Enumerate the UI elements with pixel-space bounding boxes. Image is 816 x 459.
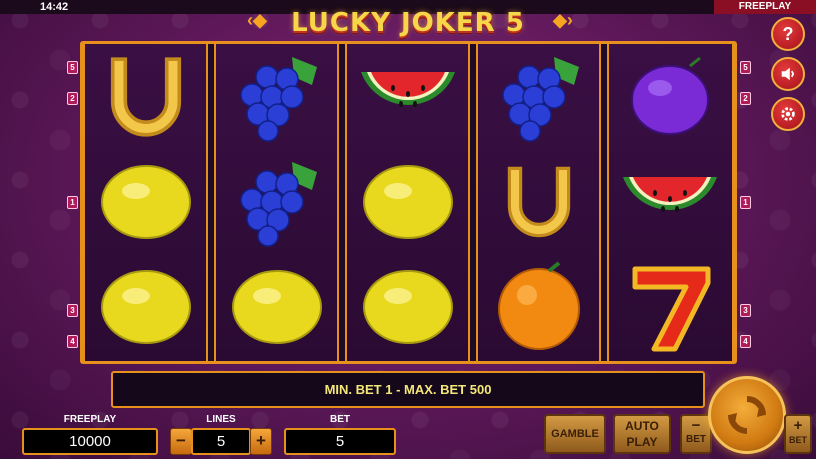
payline-marker-left: 1 bbox=[67, 196, 78, 209]
settings-icon bbox=[781, 107, 795, 121]
autoplay-button[interactable]: AUTO PLAY bbox=[613, 414, 671, 454]
autoplay-label-line2: PLAY bbox=[626, 435, 658, 449]
plum-icon bbox=[609, 44, 730, 149]
mode-badge: FREEPLAY bbox=[714, 0, 816, 14]
reels-area bbox=[80, 41, 737, 364]
help-button[interactable]: ? bbox=[771, 17, 805, 51]
lemon-icon bbox=[347, 254, 468, 359]
balance-value: 10000 bbox=[22, 428, 158, 455]
payline-marker-left: 2 bbox=[67, 92, 78, 105]
game-title: LUCKY JOKER 5 bbox=[291, 8, 525, 38]
help-icon: ? bbox=[782, 23, 794, 44]
lines-minus-button[interactable]: − bbox=[170, 428, 192, 455]
bet-plus-label: BET bbox=[789, 435, 807, 445]
lemon-icon bbox=[85, 254, 206, 359]
sound-icon bbox=[781, 67, 794, 81]
lemon-icon bbox=[216, 254, 337, 359]
lines-value: 5 bbox=[191, 428, 251, 455]
grapes-icon bbox=[478, 44, 599, 149]
payline-marker-left: 5 bbox=[67, 61, 78, 74]
seven-icon bbox=[609, 254, 730, 359]
info-message: MIN. BET 1 - MAX. BET 500 bbox=[111, 371, 705, 408]
reel-5 bbox=[607, 44, 734, 361]
bet-minus-sign: − bbox=[691, 417, 701, 434]
grapes-icon bbox=[216, 44, 337, 149]
sound-button[interactable] bbox=[771, 57, 805, 91]
payline-marker-right: 1 bbox=[740, 196, 751, 209]
payline-marker-right: 3 bbox=[740, 304, 751, 317]
payline-marker-right: 5 bbox=[740, 61, 751, 74]
lines-plus-button[interactable]: + bbox=[250, 428, 272, 455]
lemon-icon bbox=[85, 149, 206, 254]
bet-minus-label: BET bbox=[686, 434, 706, 445]
reel-4 bbox=[476, 44, 601, 361]
bet-minus-button[interactable]: − BET bbox=[680, 414, 712, 454]
grapes-icon bbox=[216, 149, 337, 254]
bet-plus-sign: + bbox=[793, 417, 803, 434]
reel-2 bbox=[214, 44, 339, 361]
settings-button[interactable] bbox=[771, 97, 805, 131]
bet-plus-button[interactable]: + BET bbox=[784, 414, 812, 454]
bet-value: 5 bbox=[284, 428, 396, 455]
watermelon-icon bbox=[609, 149, 730, 254]
spin-button[interactable] bbox=[708, 376, 786, 454]
lines-label: LINES bbox=[206, 414, 236, 425]
horseshoe-icon bbox=[85, 44, 206, 149]
payline-marker-right: 4 bbox=[740, 335, 751, 348]
watermelon-icon bbox=[347, 44, 468, 149]
lemon-icon bbox=[347, 149, 468, 254]
bet-label: BET bbox=[330, 414, 350, 425]
clock: 14:42 bbox=[40, 1, 69, 13]
payline-marker-right: 2 bbox=[740, 92, 751, 105]
title-ornament-right-icon: ◆› bbox=[553, 10, 573, 30]
gamble-button[interactable]: GAMBLE bbox=[544, 414, 606, 454]
orange-icon bbox=[478, 254, 599, 359]
balance-label: FREEPLAY bbox=[63, 414, 117, 425]
reel-1 bbox=[83, 44, 208, 361]
reel-3 bbox=[345, 44, 470, 361]
spin-arrows-icon bbox=[728, 396, 766, 434]
horseshoe-icon bbox=[478, 149, 599, 254]
autoplay-label-line1: AUTO bbox=[625, 419, 659, 433]
payline-marker-left: 4 bbox=[67, 335, 78, 348]
payline-marker-left: 3 bbox=[67, 304, 78, 317]
